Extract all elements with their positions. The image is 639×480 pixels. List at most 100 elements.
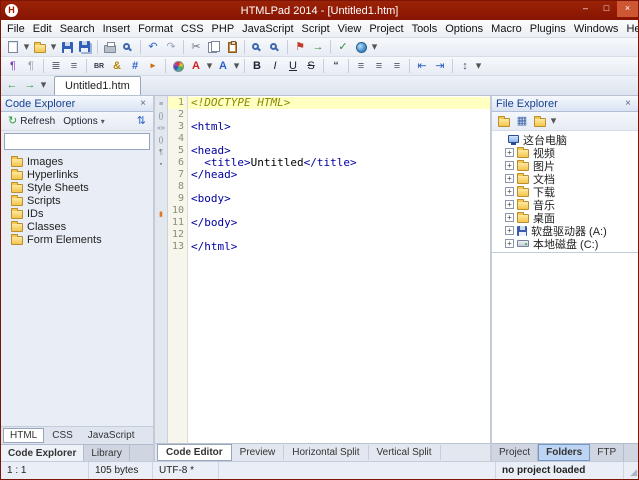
menu-item-css[interactable]: CSS: [177, 21, 208, 37]
folders-dropdown[interactable]: ▾: [549, 113, 558, 130]
menu-item-view[interactable]: View: [334, 21, 366, 37]
new-folder-icon[interactable]: [531, 113, 549, 130]
nav-back-icon[interactable]: ←: [3, 77, 21, 94]
paste-icon[interactable]: [223, 39, 241, 56]
bold-icon[interactable]: B: [248, 58, 266, 75]
file-tree-item-5[interactable]: +音乐: [492, 198, 638, 211]
insert-tag-icon[interactable]: ►: [144, 58, 162, 75]
code-line[interactable]: [188, 109, 490, 121]
new-document-icon[interactable]: [4, 39, 22, 56]
expander-icon[interactable]: +: [505, 161, 514, 170]
code-tree-item-style-sheets[interactable]: Style Sheets: [1, 181, 153, 194]
menu-item-file[interactable]: File: [3, 21, 29, 37]
menu-item-windows[interactable]: Windows: [570, 21, 623, 37]
editor-code[interactable]: <!DOCTYPE HTML><html><head> <title>Untit…: [188, 96, 490, 443]
menu-item-edit[interactable]: Edit: [29, 21, 56, 37]
code-line[interactable]: <body>: [188, 193, 490, 205]
font-color-icon[interactable]: A: [187, 58, 205, 75]
goto-line-icon[interactable]: →: [309, 39, 327, 56]
print-preview-icon[interactable]: [119, 39, 137, 56]
panel-tab-code-explorer[interactable]: Code Explorer: [1, 445, 84, 461]
menu-item-help[interactable]: Help: [622, 21, 638, 37]
pilcrow-clip-icon[interactable]: ¶: [155, 146, 167, 158]
menu-item-insert[interactable]: Insert: [99, 21, 135, 37]
undo-icon[interactable]: ↶: [144, 39, 162, 56]
font-dropdown[interactable]: ▾: [232, 58, 241, 75]
file-explorer-close-icon[interactable]: ×: [622, 98, 634, 109]
view-tab-horizontal-split[interactable]: Horizontal Split: [284, 445, 368, 460]
menu-item-format[interactable]: Format: [134, 21, 177, 37]
options-button[interactable]: Options▾: [59, 115, 108, 128]
file-tree-item-4[interactable]: +下载: [492, 185, 638, 198]
code-line[interactable]: </html>: [188, 241, 490, 253]
code-line[interactable]: <!DOCTYPE HTML>: [188, 97, 490, 109]
code-explorer-filter-input[interactable]: [4, 133, 150, 150]
menu-item-options[interactable]: Options: [441, 21, 487, 37]
color-picker-icon[interactable]: [169, 58, 187, 75]
open-file-icon[interactable]: [31, 39, 49, 56]
find-icon[interactable]: [248, 39, 266, 56]
nbsp-icon[interactable]: ¶: [22, 58, 40, 75]
open-file-dropdown[interactable]: ▾: [49, 39, 58, 56]
lang-tab-javascript[interactable]: JavaScript: [81, 428, 142, 443]
replace-icon[interactable]: [266, 39, 284, 56]
unordered-list-icon[interactable]: ≣: [47, 58, 65, 75]
save-icon[interactable]: [58, 39, 76, 56]
code-tree-item-images[interactable]: Images: [1, 155, 153, 168]
align-right-icon[interactable]: ≡: [388, 58, 406, 75]
maximize-button[interactable]: □: [596, 1, 617, 17]
strikethrough-icon[interactable]: S: [302, 58, 320, 75]
cut-icon[interactable]: ✂: [187, 39, 205, 56]
tag-clip-icon[interactable]: «»: [155, 122, 167, 134]
lang-tab-html[interactable]: HTML: [3, 428, 44, 443]
expander-icon[interactable]: +: [505, 200, 514, 209]
code-tree-item-scripts[interactable]: Scripts: [1, 194, 153, 207]
ordered-list-icon[interactable]: ≡: [65, 58, 83, 75]
bookmark-icon[interactable]: ⚑: [291, 39, 309, 56]
code-tree-item-hyperlinks[interactable]: Hyperlinks: [1, 168, 153, 181]
lang-tab-css[interactable]: CSS: [45, 428, 80, 443]
line-spacing-dropdown[interactable]: ▾: [474, 58, 483, 75]
code-tree-item-form-elements[interactable]: Form Elements: [1, 233, 153, 246]
code-line[interactable]: <html>: [188, 121, 490, 133]
bookmark-marker-icon[interactable]: ▮: [155, 208, 167, 220]
entity-icon[interactable]: &: [108, 58, 126, 75]
tag-check-icon[interactable]: ✓: [334, 39, 352, 56]
file-tree-item-2[interactable]: +图片: [492, 159, 638, 172]
view-tab-preview[interactable]: Preview: [232, 445, 285, 460]
view-tab-code-editor[interactable]: Code Editor: [157, 444, 232, 461]
outdent-icon[interactable]: ⇤: [413, 58, 431, 75]
anchor-icon[interactable]: #: [126, 58, 144, 75]
panel-tab-project[interactable]: Project: [492, 444, 538, 461]
braces-clip-icon[interactable]: {}: [155, 110, 167, 122]
nav-forward-icon[interactable]: →: [21, 77, 39, 94]
new-document-dropdown[interactable]: ▾: [22, 39, 31, 56]
font-icon[interactable]: A: [214, 58, 232, 75]
paragraph-icon[interactable]: ¶: [4, 58, 22, 75]
expander-icon[interactable]: +: [505, 213, 514, 222]
blockquote-icon[interactable]: “: [327, 58, 345, 75]
code-explorer-close-icon[interactable]: ×: [137, 98, 149, 109]
print-icon[interactable]: [101, 39, 119, 56]
document-tab-untitled1-htm[interactable]: Untitled1.htm: [54, 76, 141, 95]
menu-item-tools[interactable]: Tools: [408, 21, 442, 37]
view-tab-vertical-split[interactable]: Vertical Split: [369, 445, 441, 460]
view-mode-icon[interactable]: ▦: [513, 113, 531, 130]
code-line[interactable]: [188, 181, 490, 193]
code-tree-item-ids[interactable]: IDs: [1, 207, 153, 220]
parens-clip-icon[interactable]: (): [155, 134, 167, 146]
panel-tab-folders[interactable]: Folders: [538, 444, 590, 461]
code-line[interactable]: [188, 133, 490, 145]
file-tree-item-1[interactable]: +视频: [492, 146, 638, 159]
save-all-icon[interactable]: [76, 39, 94, 56]
browser-view-dropdown[interactable]: ▾: [370, 39, 379, 56]
minimize-button[interactable]: –: [575, 1, 596, 17]
align-left-icon[interactable]: ≡: [352, 58, 370, 75]
up-folder-icon[interactable]: [495, 113, 513, 130]
sort-button[interactable]: ⇅: [133, 115, 150, 128]
file-tree-item-8[interactable]: +本地磁盘 (C:): [492, 237, 638, 250]
code-tree-item-classes[interactable]: Classes: [1, 220, 153, 233]
file-tree-item-0[interactable]: 这台电脑: [492, 133, 638, 146]
file-explorer-file-list[interactable]: [492, 253, 638, 443]
panel-tab-library[interactable]: Library: [84, 445, 130, 461]
